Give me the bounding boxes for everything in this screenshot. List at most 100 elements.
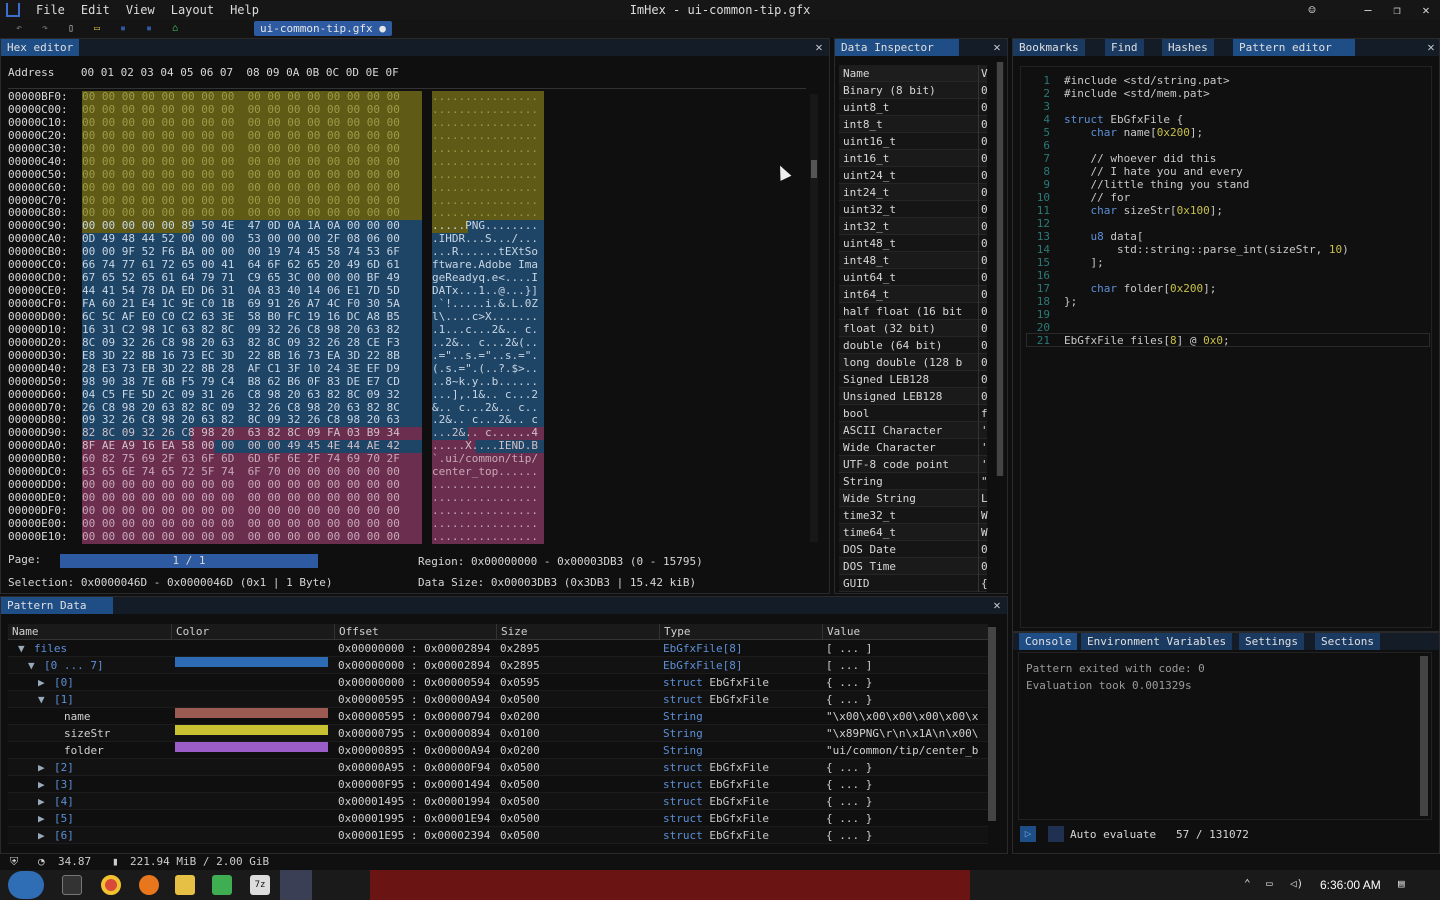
column-type[interactable]: Type (659, 624, 691, 640)
table-row[interactable]: ▼ [1] 0x00000595 : 0x00000A94 0x0500 struct … (8, 691, 988, 708)
column-size[interactable]: Size (496, 624, 528, 640)
row-ascii[interactable]: ................ (432, 168, 544, 182)
row-ascii[interactable]: (.s.=".(..?.$>.. (432, 362, 544, 376)
hex-row[interactable]: 00000BF0: 00 00 00 00 00 00 00 00 00 00 0… (8, 90, 544, 104)
imhex-taskbar-icon[interactable] (280, 870, 312, 900)
inspector-row[interactable]: uint16_t 0 (839, 133, 988, 150)
row-ascii[interactable]: ................ (432, 142, 544, 156)
inspector-row[interactable]: uint8_t 0 (839, 99, 988, 116)
row-ascii[interactable]: .1...c...2&.. c. (432, 323, 544, 337)
row-bytes[interactable]: 28 E3 73 EB 3D 22 8B 28 AF C1 3F 10 24 3… (82, 362, 422, 376)
table-row[interactable]: ▶ [0] 0x00000000 : 0x00000594 0x0595 struct … (8, 674, 988, 691)
expand-arrow-icon[interactable]: ▶ (38, 793, 45, 810)
inspector-row[interactable]: Signed LEB128 0 (839, 371, 988, 388)
hex-row[interactable]: 00000C00: 00 00 00 00 00 00 00 00 00 00 0… (8, 103, 544, 117)
clock[interactable]: 6:36:00 AM (1320, 878, 1381, 892)
row-ascii[interactable]: ...],.1&.. c...2 (432, 388, 544, 402)
table-row[interactable]: ▼ [0 ... 7] 0x00000000 : 0x00002894 0x2895 E… (8, 657, 988, 674)
tab-hashes[interactable]: Hashes (1162, 39, 1214, 56)
code-line[interactable]: 7 // whoever did this (1028, 152, 1428, 165)
inspector-row[interactable]: Wide Character ' (839, 439, 988, 456)
inspector-row[interactable]: UTF-8 code point ' (839, 456, 988, 473)
code-line[interactable]: 19 (1028, 308, 1428, 321)
code-line[interactable]: 2 #include <std/mem.pat> (1028, 87, 1428, 100)
save-as-icon[interactable]: ▪ (142, 23, 156, 35)
inspector-row[interactable]: int8_t 0 (839, 116, 988, 133)
row-ascii[interactable]: ..8~k.y..b...... (432, 375, 544, 389)
row-ascii[interactable]: ................ (432, 129, 544, 143)
undo-icon[interactable]: ↶ (12, 23, 26, 35)
inspector-row[interactable]: time32_t W (839, 507, 988, 524)
row-bytes[interactable]: 16 31 C2 98 1C 63 82 8C 09 32 26 C8 98 2… (82, 323, 422, 337)
row-bytes[interactable]: 00 00 00 00 00 00 00 00 00 00 00 00 00 0… (82, 530, 422, 544)
hex-rows[interactable]: 00000BF0: 00 00 00 00 00 00 00 00 00 00 0… (8, 90, 544, 544)
row-bytes[interactable]: 00 00 00 00 00 00 00 00 00 00 00 00 00 0… (82, 504, 422, 518)
row-ascii[interactable]: ................ (432, 116, 544, 130)
run-button[interactable]: ▷ (1020, 826, 1036, 842)
inspector-row[interactable]: GUID { (839, 575, 988, 592)
inspector-row[interactable]: time64_t W (839, 524, 988, 541)
hex-row[interactable]: 00000C30: 00 00 00 00 00 00 00 00 00 00 0… (8, 142, 544, 156)
row-ascii[interactable]: ..2&.. c...2&(.. (432, 336, 544, 350)
inspector-row[interactable]: uint32_t 0 (839, 201, 988, 218)
row-bytes[interactable]: FA 60 21 E4 1C 9E C0 1B 69 91 26 A7 4C F… (82, 297, 422, 311)
row-ascii[interactable]: ................ (432, 90, 544, 104)
code-line[interactable]: 1 #include <std/string.pat> (1028, 74, 1428, 87)
tab-find[interactable]: Find (1105, 39, 1144, 56)
chevron-up-icon[interactable]: ⌃ (1244, 877, 1251, 890)
code-line[interactable]: 3 (1028, 100, 1428, 113)
code-line[interactable]: 14 std::string::parse_int(sizeStr, 10) (1028, 243, 1428, 256)
column-value[interactable]: Value (822, 624, 860, 640)
console-scrollbar[interactable] (1420, 656, 1428, 816)
row-bytes[interactable]: 00 00 00 00 00 00 00 00 00 00 00 00 00 0… (82, 168, 422, 182)
tab-settings[interactable]: Settings (1239, 633, 1304, 650)
inspector-row[interactable]: int32_t 0 (839, 218, 988, 235)
code-line[interactable]: 5 char name[0x200]; (1028, 126, 1428, 139)
task-view-icon[interactable] (62, 875, 82, 895)
auto-evaluate-checkbox[interactable] (1048, 826, 1064, 842)
menu-view[interactable]: View (118, 3, 163, 17)
code-lines[interactable]: 1 #include <std/string.pat> 2 #include <std… (1028, 74, 1428, 347)
open-file-icon[interactable]: ▭ (90, 23, 104, 35)
code-line[interactable]: 21 EbGfxFile files[8] @ 0x0; (1028, 334, 1428, 347)
hex-row[interactable]: 00000D40: 28 E3 73 EB 3D 22 8B 28 AF C1 3… (8, 362, 544, 376)
code-line[interactable]: 9 //little thing you stand (1028, 178, 1428, 191)
row-ascii[interactable]: ................ (432, 517, 544, 531)
expand-arrow-icon[interactable]: ▼ (18, 640, 25, 657)
new-file-icon[interactable]: ▯ (64, 23, 78, 35)
inspector-scrollbar[interactable] (996, 62, 1004, 476)
expand-arrow-icon[interactable]: ▶ (38, 759, 45, 776)
inspector-row[interactable]: double (64 bit) 0 (839, 337, 988, 354)
close-window-button[interactable]: ✕ (1412, 0, 1440, 20)
table-row[interactable]: folder 0x00000895 : 0x00000A94 0x0200 Strin… (8, 742, 988, 759)
hex-row[interactable]: 00000C40: 00 00 00 00 00 00 00 00 00 00 0… (8, 155, 544, 169)
7zip-icon[interactable]: 7z (250, 875, 270, 895)
tab-bookmarks[interactable]: Bookmarks (1013, 39, 1085, 56)
inspector-row[interactable]: float (32 bit) 0 (839, 320, 988, 337)
hex-row[interactable]: 00000C50: 00 00 00 00 00 00 00 00 00 00 0… (8, 168, 544, 182)
table-row[interactable]: ▶ [3] 0x00000F95 : 0x00001494 0x0500 struct … (8, 776, 988, 793)
row-bytes[interactable]: 04 C5 FE 5D 2C 09 31 26 C8 98 20 63 82 8… (82, 388, 422, 402)
inspector-row[interactable]: half float (16 bit 0 (839, 303, 988, 320)
minimize-button[interactable]: — (1354, 0, 1382, 20)
row-bytes[interactable]: E8 3D 22 8B 16 73 EC 3D 22 8B 16 73 EA 3… (82, 349, 422, 363)
hex-row[interactable]: 00000D60: 04 C5 FE 5D 2C 09 31 26 C8 98 2… (8, 388, 544, 402)
tab-pattern-data[interactable]: Pattern Data (1, 597, 113, 614)
code-line[interactable]: 13 u8 data[ (1028, 230, 1428, 243)
menu-file[interactable]: File (28, 3, 73, 17)
inspector-row[interactable]: uint64_t 0 (839, 269, 988, 286)
table-row[interactable]: name 0x00000595 : 0x00000794 0x0200 String … (8, 708, 988, 725)
row-bytes[interactable]: 6C 5C AF E0 C0 C2 63 3E 58 B0 FC 19 16 D… (82, 310, 422, 324)
code-line[interactable]: 17 char folder[0x200]; (1028, 282, 1428, 295)
row-bytes[interactable]: 00 00 00 00 00 00 00 00 00 00 00 00 00 0… (82, 129, 422, 143)
expand-arrow-icon[interactable]: ▼ (28, 657, 35, 674)
column-name[interactable]: Name (8, 624, 39, 640)
inspector-row[interactable]: int64_t 0 (839, 286, 988, 303)
inspector-row[interactable]: uint24_t 0 (839, 167, 988, 184)
code-line[interactable]: 4 struct EbGfxFile { (1028, 113, 1428, 126)
inspector-row[interactable]: int48_t 0 (839, 252, 988, 269)
notifications-icon[interactable]: ▤ (1398, 877, 1405, 890)
bookmark-icon[interactable]: ⌂ (168, 23, 182, 35)
column-offset[interactable]: Offset (334, 624, 379, 640)
code-line[interactable]: 20 (1028, 321, 1428, 334)
